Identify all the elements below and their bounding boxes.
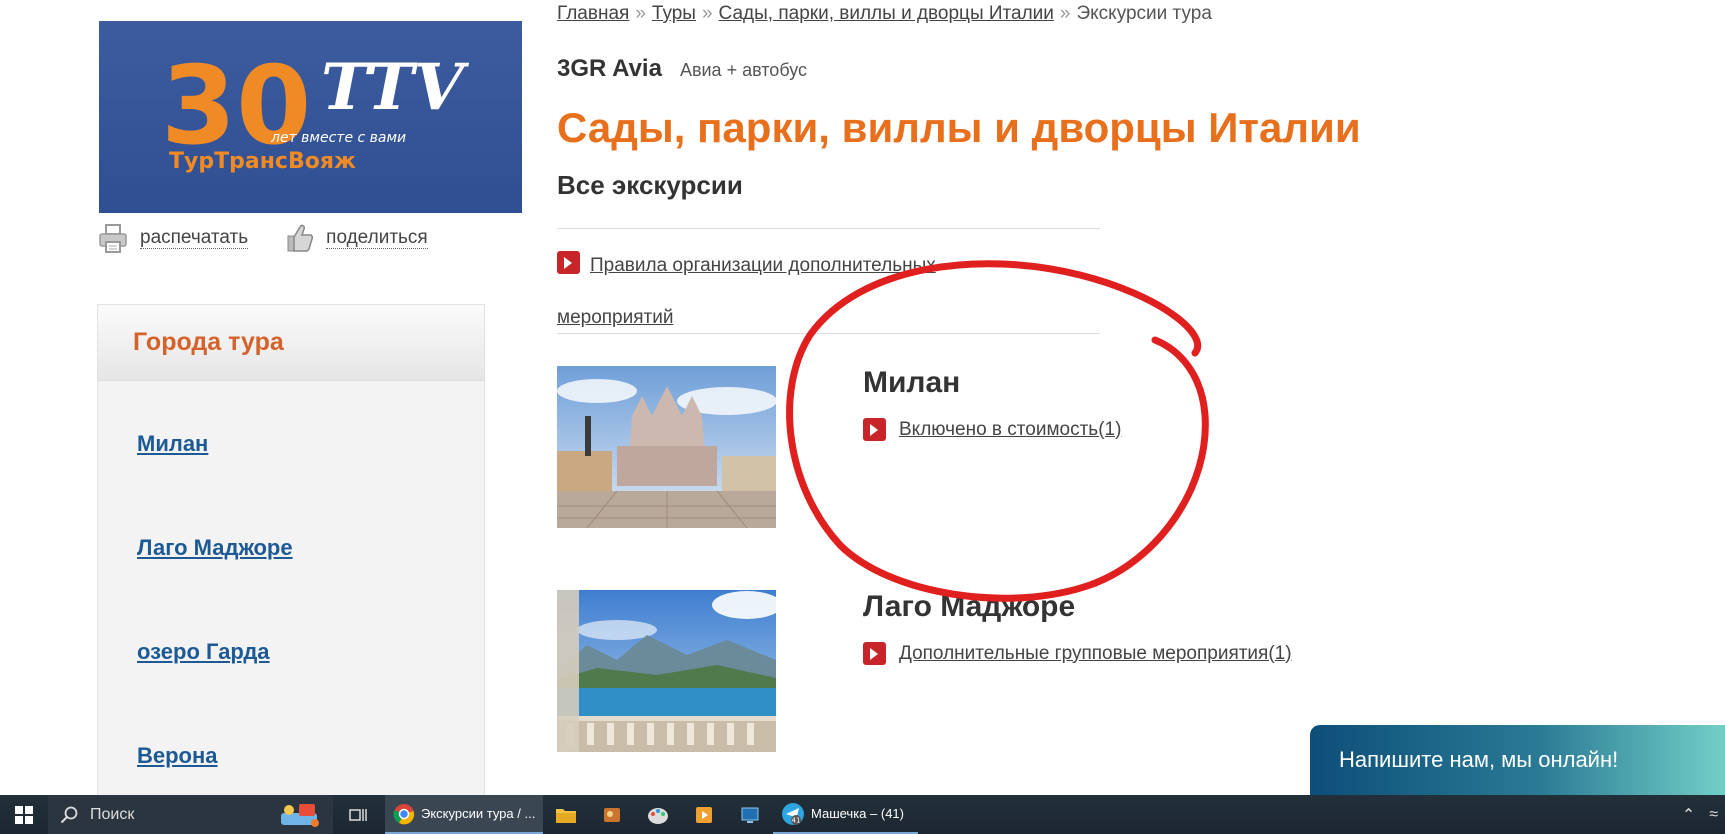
sidebar-city-link[interactable]: озеро Гарда xyxy=(137,639,270,665)
share-action[interactable]: поделиться xyxy=(284,222,428,254)
sidebar-header: Города тура xyxy=(98,305,484,381)
city-name: Милан xyxy=(863,366,961,399)
page-title: Сады, парки, виллы и дворцы Италии xyxy=(557,104,1361,151)
weather-widget-icon xyxy=(281,804,319,827)
list-item: Верона xyxy=(137,704,484,808)
arrow-right-icon xyxy=(863,642,886,665)
sidebar-city-link[interactable]: Верона xyxy=(137,743,218,769)
wifi-icon[interactable]: ≈ xyxy=(1709,806,1718,824)
city-list: Милан Лаго Маджоре озеро Гарда Верона xyxy=(98,392,484,808)
svg-text:TTV: TTV xyxy=(321,50,470,125)
breadcrumb-home[interactable]: Главная xyxy=(557,3,629,24)
windows-icon xyxy=(15,805,33,824)
divider xyxy=(557,228,1100,229)
telegram-title: Машечка – (41) xyxy=(811,806,904,821)
taskbar-explorer[interactable] xyxy=(543,795,589,834)
breadcrumb: Главная» Туры» Сады, парки, виллы и дворцы… xyxy=(557,3,1212,25)
svg-text:41: 41 xyxy=(792,816,801,824)
breadcrumb-separator: » xyxy=(701,3,713,24)
taskbar-app[interactable] xyxy=(727,795,773,834)
taskbar-app[interactable] xyxy=(589,795,635,834)
chrome-icon xyxy=(393,803,415,824)
arrow-right-icon xyxy=(557,251,580,274)
lago-maggiore-photo[interactable] xyxy=(557,590,776,752)
windows-taskbar: Поиск Экскурсии тура / ... 41 Машечка – … xyxy=(0,795,1725,834)
included-in-price-link[interactable]: Включено в стоимость(1) xyxy=(899,419,1121,441)
rules-block: Правила организации дополнительных мероп… xyxy=(557,240,1007,344)
breadcrumb-separator: » xyxy=(635,3,646,24)
page-actions: распечатать поделиться xyxy=(98,222,464,254)
optional-activities-link[interactable]: Дополнительные групповые мероприятия(1) xyxy=(899,643,1292,665)
print-link[interactable]: распечатать xyxy=(140,227,249,249)
sidebar-city-link[interactable]: Милан xyxy=(137,431,208,457)
optional-activities-row[interactable]: Дополнительные групповые мероприятия(1) xyxy=(863,642,1292,665)
system-tray: ⌃ ≈ xyxy=(1675,795,1725,834)
tour-operator: 3GR Avia Авиа + автобус xyxy=(557,55,807,83)
sidebar-city-link[interactable]: Лаго Маджоре xyxy=(137,535,293,561)
photo-editor-icon xyxy=(604,807,620,822)
taskbar-app[interactable] xyxy=(681,795,727,834)
remote-desktop-icon xyxy=(741,807,759,823)
paint-icon xyxy=(648,807,668,824)
taskbar-search[interactable]: Поиск xyxy=(48,795,333,834)
transport-type: Авиа + автобус xyxy=(679,60,808,80)
list-item: Лаго Маджоре xyxy=(137,496,484,600)
task-view-button[interactable] xyxy=(333,795,385,834)
telegram-icon: 41 xyxy=(782,802,804,825)
rules-link[interactable]: Правила организации дополнительных мероп… xyxy=(557,255,936,328)
svg-text:лет вместе с вами: лет вместе с вами xyxy=(270,130,406,146)
sidebar-title: Города тура xyxy=(133,328,284,356)
task-view-icon xyxy=(349,808,367,821)
media-player-icon xyxy=(696,806,712,823)
start-button[interactable] xyxy=(0,795,48,834)
list-item: Милан xyxy=(137,392,484,496)
breadcrumb-separator: » xyxy=(1059,3,1071,24)
breadcrumb-tour[interactable]: Сады, парки, виллы и дворцы Италии xyxy=(719,3,1054,24)
folder-icon xyxy=(556,808,576,823)
svg-text:ТурТрансВояж: ТурТрансВояж xyxy=(169,149,356,174)
share-link[interactable]: поделиться xyxy=(326,227,428,249)
divider xyxy=(557,333,1100,334)
breadcrumb-current: Экскурсии тура xyxy=(1076,3,1212,24)
search-label: Поиск xyxy=(90,805,135,823)
taskbar-telegram[interactable]: 41 Машечка – (41) xyxy=(773,795,918,834)
list-item: озеро Гарда xyxy=(137,600,484,704)
operator-brand: 3GR Avia xyxy=(557,55,662,82)
printer-icon xyxy=(99,224,127,253)
thumbs-up-icon xyxy=(287,224,314,252)
taskbar-chrome[interactable]: Экскурсии тура / ... xyxy=(385,795,543,834)
included-link-row[interactable]: Включено в стоимость(1) xyxy=(863,418,1121,441)
city-name: Лаго Маджоре xyxy=(863,590,1076,623)
online-chat-button[interactable]: Напишите нам, мы онлайн! xyxy=(1310,725,1725,795)
chevron-up-icon[interactable]: ⌃ xyxy=(1682,805,1695,825)
chrome-tab-title: Экскурсии тура / ... xyxy=(421,806,536,821)
search-icon xyxy=(60,806,78,823)
site-logo[interactable]: 30 TTV лет вместе с вами ТурТрансВояж xyxy=(99,21,522,213)
chat-label: Напишите нам, мы онлайн! xyxy=(1339,747,1619,772)
arrow-right-icon xyxy=(863,418,886,441)
page: 30 TTV лет вместе с вами ТурТрансВояж ра… xyxy=(0,0,1725,834)
print-action[interactable]: распечатать xyxy=(98,222,249,254)
milan-photo[interactable] xyxy=(557,366,776,528)
page-subtitle: Все экскурсии xyxy=(557,170,743,200)
breadcrumb-tours[interactable]: Туры xyxy=(652,3,696,24)
taskbar-app[interactable] xyxy=(635,795,681,834)
tour-cities-sidebar: Города тура Милан Лаго Маджоре озеро Гар… xyxy=(97,304,485,834)
